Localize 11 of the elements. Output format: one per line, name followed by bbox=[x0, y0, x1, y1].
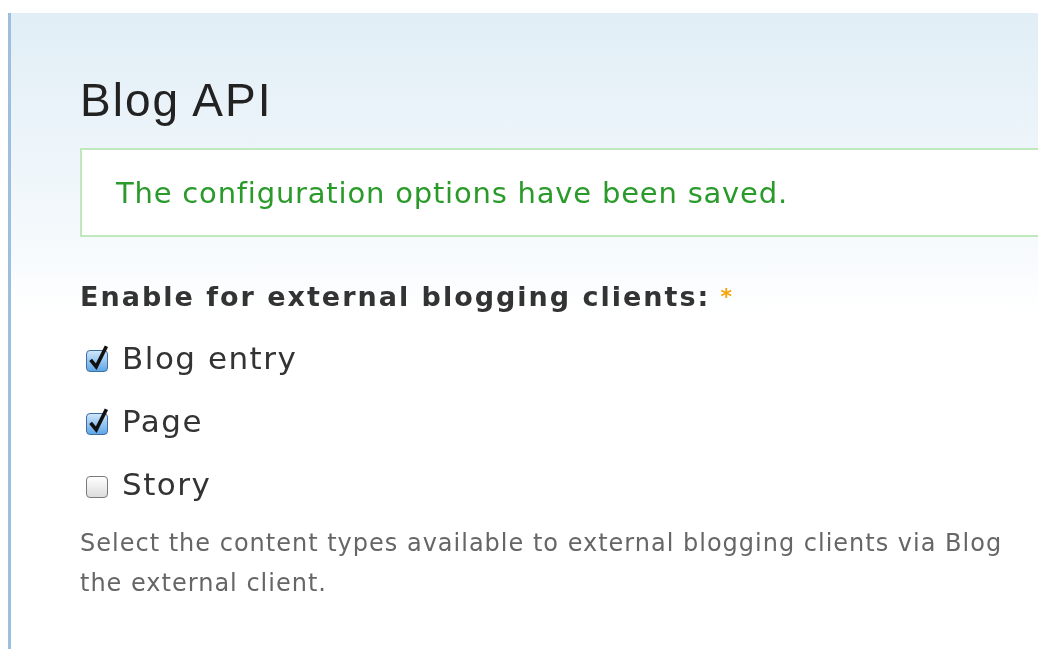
message-text: The configuration options have been saved. bbox=[116, 175, 788, 210]
checkbox[interactable] bbox=[86, 406, 110, 435]
page-title: Blog API bbox=[80, 73, 273, 128]
required-mark: * bbox=[720, 284, 732, 309]
checkbox-label[interactable]: Page bbox=[122, 402, 204, 439]
checkbox[interactable] bbox=[86, 343, 110, 372]
field-label: Enable for external blogging clients: bbox=[80, 281, 711, 312]
help-text: the external client. bbox=[80, 568, 327, 599]
checkbox-label[interactable]: Story bbox=[122, 465, 212, 502]
help-text: Select the content types available to external blogging clients via Blog bbox=[80, 528, 1003, 559]
checkbox-label[interactable]: Blog entry bbox=[122, 339, 298, 376]
